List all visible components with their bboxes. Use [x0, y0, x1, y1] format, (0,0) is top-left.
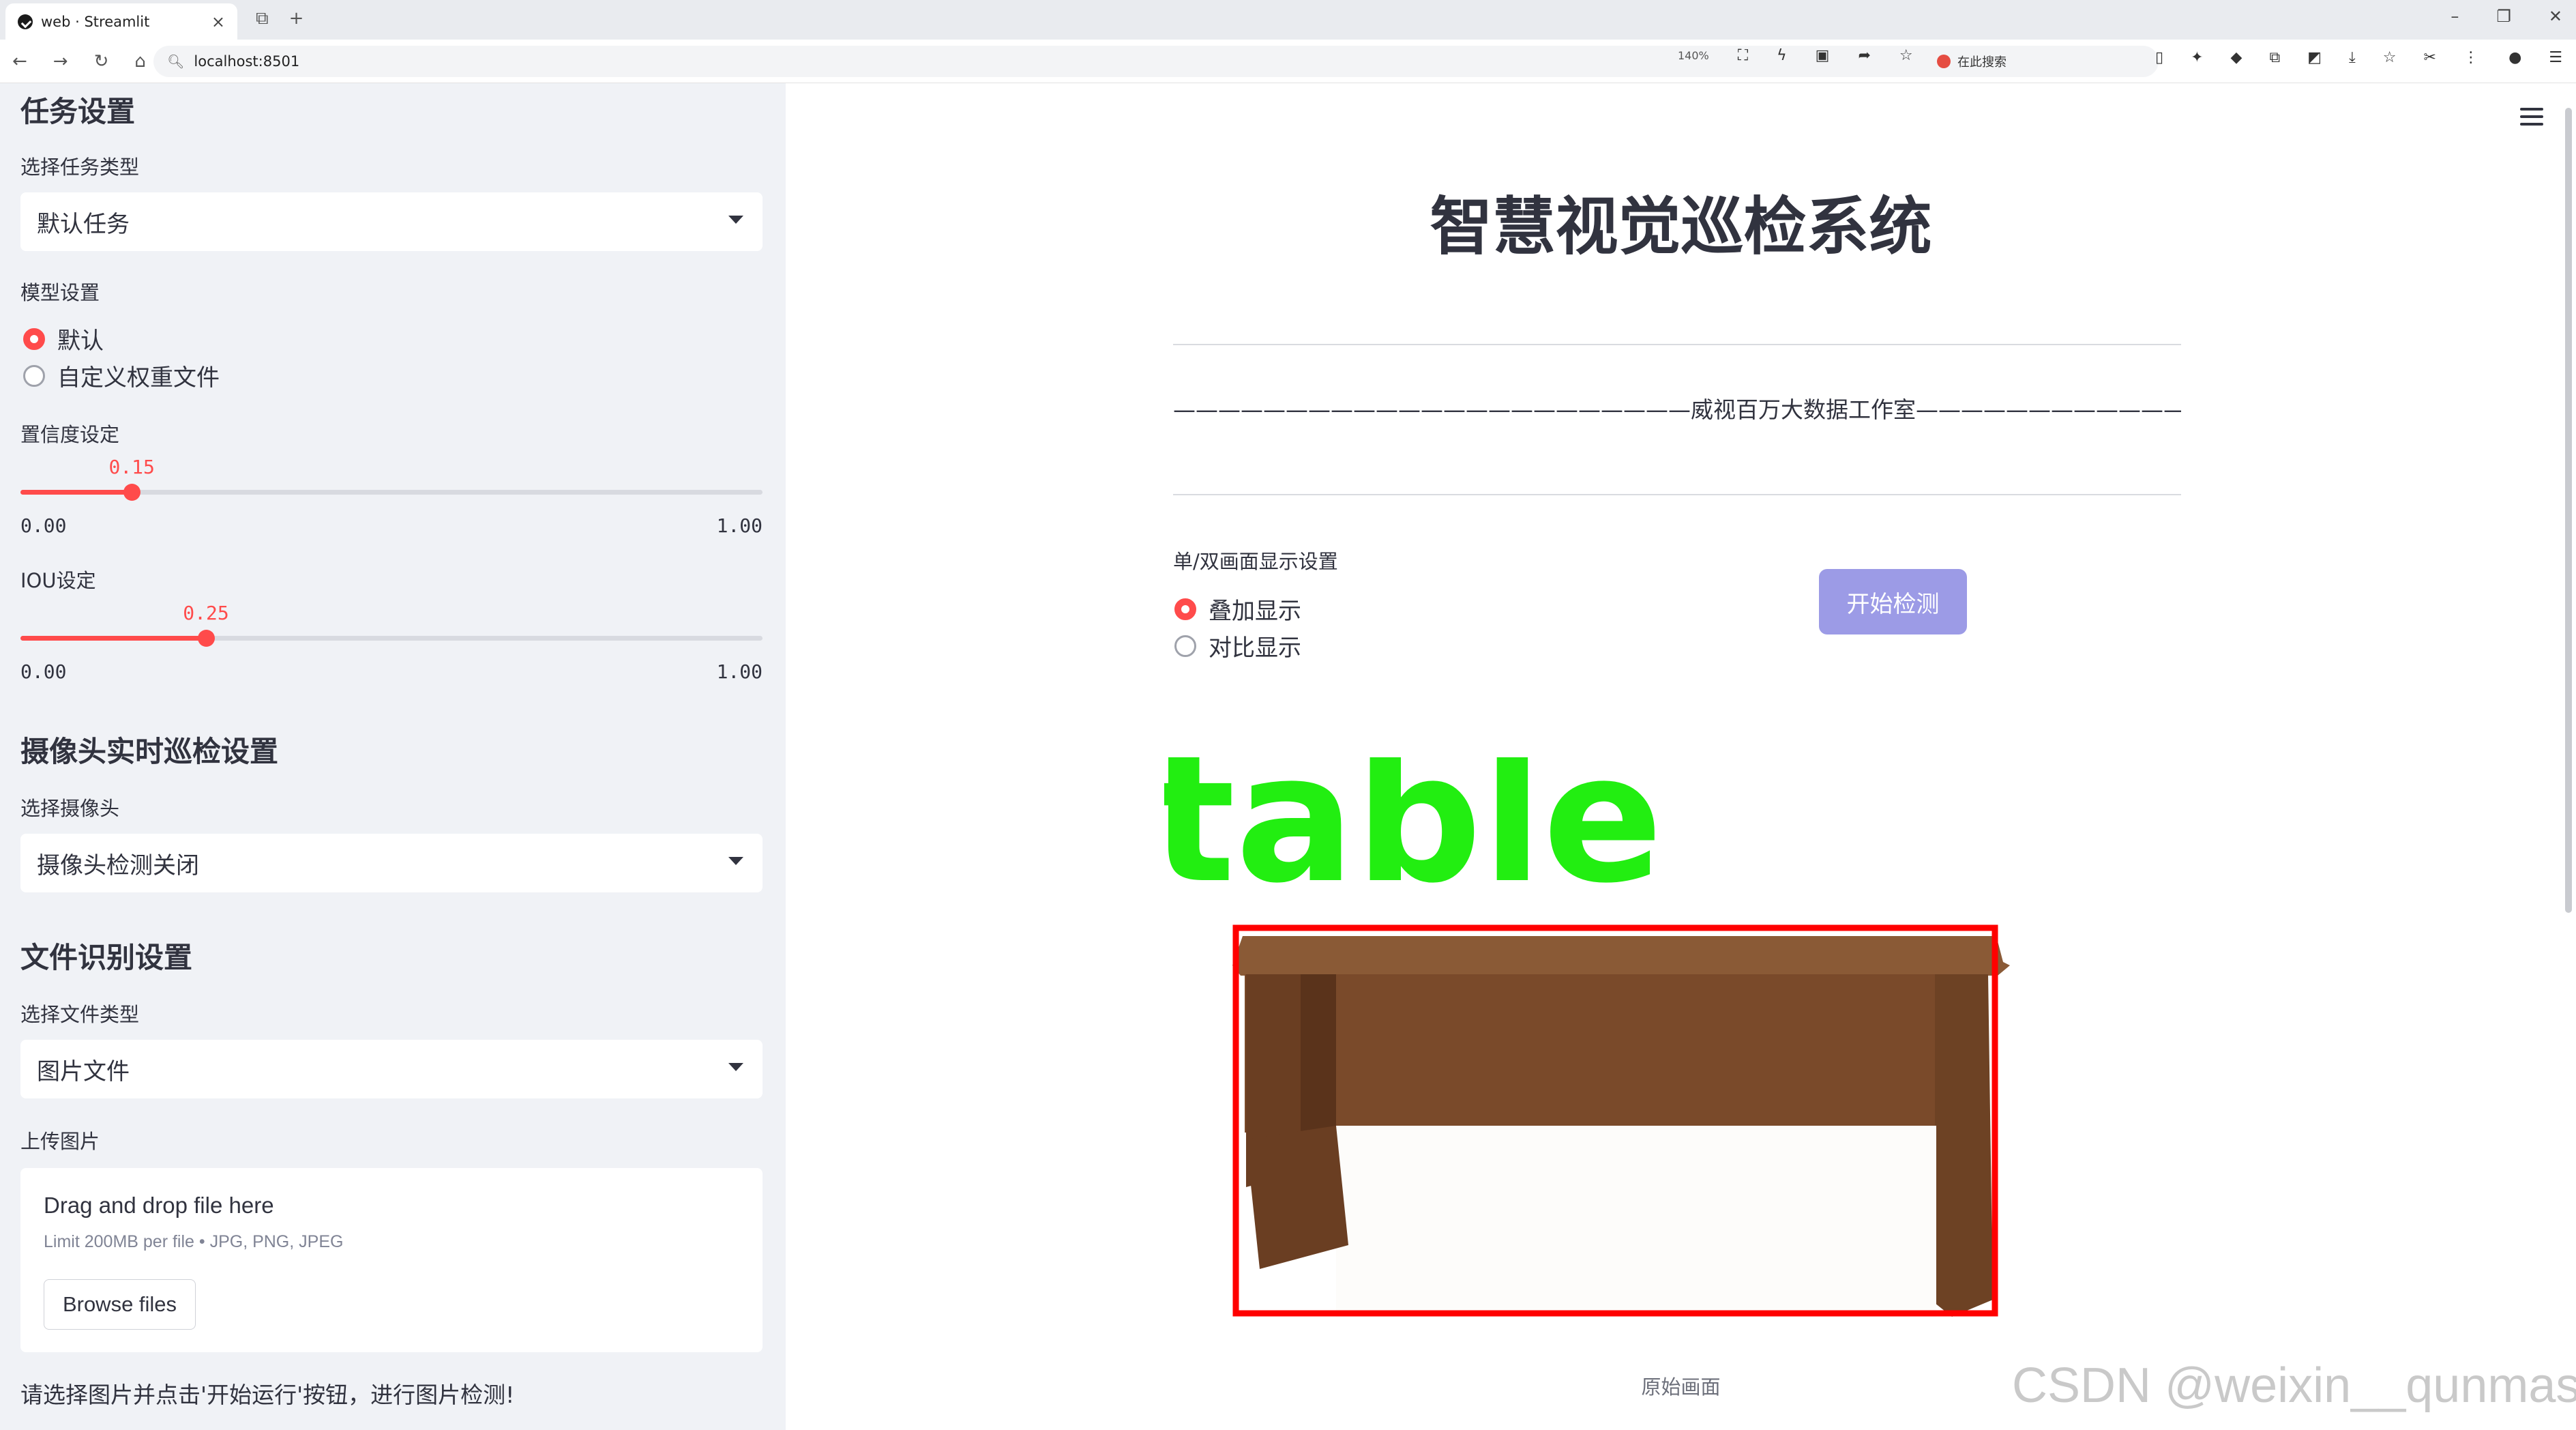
lightning-icon[interactable]: ϟ — [1777, 47, 1787, 64]
model-option-label: 默认 — [57, 327, 104, 355]
browser-tab[interactable]: web · Streamlit × — [5, 3, 237, 40]
sidebar: 任务设置 选择任务类型 默认任务 模型设置 默认 自定义权重文件 置信度设定 0… — [0, 83, 786, 1430]
iou-label: IOU设定 — [20, 569, 96, 592]
sidebar-note: 请选择图片并点击'开始运行'按钮，进行图片检测! — [20, 1382, 515, 1408]
display-option-overlay[interactable]: 叠加显示 — [1174, 592, 1301, 626]
display-mode-label: 单/双画面显示设置 — [1173, 550, 1338, 573]
start-detection-button[interactable]: 开始检测 — [1819, 569, 1967, 634]
hamburger-menu-icon[interactable] — [2520, 108, 2543, 126]
camera-select[interactable]: 摄像头检测关闭 — [20, 834, 763, 892]
screenshot-icon[interactable]: ✂ — [2423, 49, 2436, 66]
browser-tabbar: web · Streamlit × ⧉ + – ❐ ✕ — [0, 0, 2576, 40]
back-icon[interactable]: ← — [12, 51, 27, 72]
task-type-value: 默认任务 — [37, 210, 130, 238]
extension-icon[interactable]: ◩ — [2307, 49, 2322, 66]
reload-icon[interactable]: ↻ — [94, 51, 109, 72]
display-option-label: 叠加显示 — [1209, 598, 1301, 625]
iou-slider[interactable]: 0.25 0.00 1.00 — [20, 602, 763, 683]
divider — [1173, 344, 2181, 345]
download-icon[interactable]: ⤓ — [2349, 49, 2356, 66]
file-type-select[interactable]: 图片文件 — [20, 1040, 763, 1098]
display-option-label: 对比显示 — [1209, 634, 1301, 662]
site-info-icon[interactable]: 🔍︎ — [167, 53, 184, 70]
confidence-label: 置信度设定 — [20, 423, 120, 446]
translate-icon[interactable]: ⛶ — [1738, 47, 1748, 64]
browse-files-button[interactable]: Browse files — [44, 1279, 196, 1330]
chevron-down-icon — [728, 857, 743, 865]
search-engine-icon — [1937, 55, 1951, 68]
camera-label: 选择摄像头 — [20, 797, 120, 820]
dropzone-title: Drag and drop file here — [44, 1193, 274, 1218]
detection-result-image: table — [1164, 757, 2198, 1324]
more-icon[interactable]: ⋮ — [2463, 49, 2478, 66]
avatar[interactable]: ● — [2508, 49, 2521, 66]
slider-thumb[interactable] — [198, 630, 215, 647]
task-type-label: 选择任务类型 — [20, 156, 140, 179]
search-placeholder: 在此搜索 — [1957, 55, 2007, 70]
slider-fill — [20, 636, 206, 641]
model-option-custom[interactable]: 自定义权重文件 — [23, 359, 220, 392]
slider-value: 0.25 — [183, 602, 229, 624]
task-section-title: 任务设置 — [20, 95, 136, 128]
bookmark-star-icon[interactable]: ☆ — [1899, 47, 1913, 64]
slider-value: 0.15 — [108, 456, 155, 478]
main-content: 智慧视觉巡检系统 ———————————————————————威视百万大数据工… — [786, 83, 2576, 1430]
radio-unselected-icon[interactable] — [1174, 634, 1196, 657]
extension-icon[interactable]: ✦ — [2191, 49, 2203, 66]
page-title: 智慧视觉巡检系统 — [1430, 190, 1932, 263]
task-type-select[interactable]: 默认任务 — [20, 192, 763, 251]
extension-icon[interactable]: ◆ — [2231, 49, 2242, 66]
radio-unselected-icon[interactable] — [23, 364, 45, 387]
table-image — [1232, 936, 2010, 1317]
slider-max: 1.00 — [716, 514, 763, 537]
tab-title: web · Streamlit — [41, 13, 150, 30]
menu-icon[interactable]: ☰ — [2549, 49, 2562, 66]
studio-line: ———————————————————————威视百万大数据工作室———————… — [1173, 396, 2181, 423]
browser-toolbar: ← → ↻ ⌂ 🔍︎ localhost:8501 140% ⛶ ϟ ▣ ➦ ☆… — [0, 40, 2576, 83]
file-section-title: 文件识别设置 — [20, 941, 193, 974]
result-canvas: table — [1164, 757, 2010, 1317]
extension-icon[interactable]: ⧉ — [2269, 49, 2280, 66]
forward-icon[interactable]: → — [53, 51, 68, 72]
file-dropzone[interactable]: Drag and drop file here Limit 200MB per … — [20, 1168, 763, 1352]
chevron-down-icon — [728, 216, 743, 224]
confidence-slider[interactable]: 0.15 0.00 1.00 — [20, 456, 763, 537]
slider-min: 0.00 — [20, 514, 67, 537]
new-tab-icon[interactable]: + — [289, 8, 304, 29]
favorites-icon[interactable]: ☆ — [2383, 49, 2397, 66]
dropzone-limit: Limit 200MB per file • JPG, PNG, JPEG — [44, 1232, 344, 1251]
zoom-level[interactable]: 140% — [1678, 49, 1709, 62]
home-icon[interactable]: ⌂ — [134, 51, 146, 72]
radio-selected-icon[interactable] — [1174, 598, 1196, 620]
device-icon[interactable]: ▯ — [2155, 49, 2163, 66]
restore-icon[interactable]: ❐ — [2496, 7, 2511, 26]
streamlit-favicon-icon — [18, 14, 33, 29]
display-option-compare[interactable]: 对比显示 — [1174, 629, 1301, 662]
search-box[interactable]: 在此搜索 — [1937, 49, 2142, 74]
slider-max: 1.00 — [716, 660, 763, 683]
reader-icon[interactable]: ▣ — [1816, 47, 1830, 64]
tab-groups-icon[interactable]: ⧉ — [256, 8, 269, 29]
camera-section-title: 摄像头实时巡检设置 — [20, 735, 279, 768]
window-close-icon[interactable]: ✕ — [2549, 7, 2562, 26]
model-label: 模型设置 — [20, 281, 100, 304]
close-tab-icon[interactable]: × — [211, 12, 225, 31]
file-type-label: 选择文件类型 — [20, 1003, 140, 1026]
watermark: CSDN @weixin__qunmasj — [2012, 1358, 2576, 1413]
model-option-default[interactable]: 默认 — [23, 322, 104, 355]
radio-selected-icon[interactable] — [23, 327, 45, 350]
share-icon[interactable]: ➦ — [1858, 47, 1870, 64]
slider-thumb[interactable] — [123, 484, 141, 501]
file-type-value: 图片文件 — [37, 1057, 130, 1085]
detection-label: table — [1164, 757, 1663, 922]
minimize-icon[interactable]: – — [2451, 7, 2459, 26]
chevron-down-icon — [728, 1063, 743, 1071]
upload-label: 上传图片 — [20, 1130, 100, 1153]
model-option-label: 自定义权重文件 — [57, 364, 220, 392]
camera-value: 摄像头检测关闭 — [37, 851, 199, 879]
url-text: localhost:8501 — [194, 53, 300, 70]
slider-fill — [20, 490, 132, 495]
divider — [1173, 494, 2181, 495]
slider-min: 0.00 — [20, 660, 67, 683]
